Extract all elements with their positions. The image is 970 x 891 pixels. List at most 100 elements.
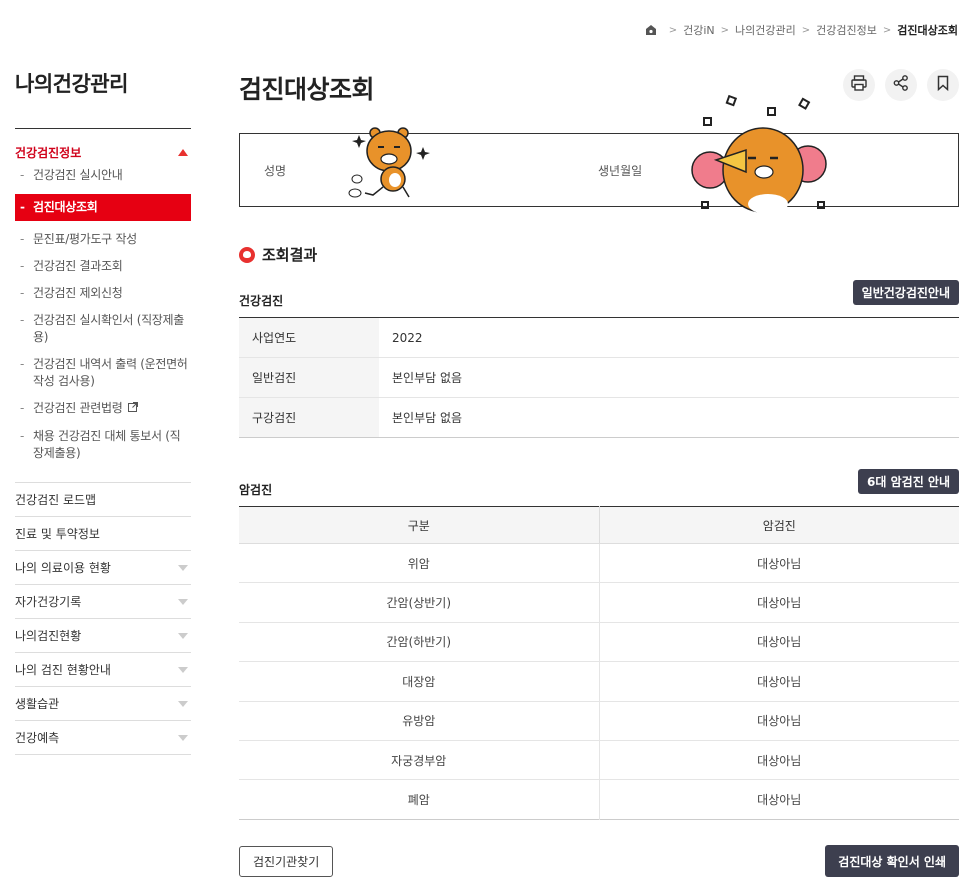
sidebar-item-checkup-guide[interactable]: 나의 검진 현황안내 — [15, 653, 191, 687]
table-value: 본인부담 없음 — [379, 357, 959, 398]
table-cell: 위암 — [239, 543, 600, 584]
table-cell: 간암(상반기) — [239, 582, 600, 623]
result-title: 조회결과 — [262, 246, 318, 264]
character-sticker-running — [345, 127, 435, 211]
sidebar-item-lifestyle[interactable]: 생활습관 — [15, 687, 191, 721]
table-cell: 간암(하반기) — [239, 622, 600, 663]
speech-bubble-icon — [239, 246, 255, 263]
sidebar-item-label: 나의 의료이용 현황 — [15, 561, 111, 575]
table-row: 자궁경부암 대상아님 — [239, 740, 959, 781]
sidebar-subitem[interactable]: 문진표/평가도구 작성 — [15, 231, 191, 248]
table-value: 본인부담 없음 — [392, 411, 463, 425]
name-label: 성명 — [264, 164, 287, 178]
table-row: 대장암 대상아님 — [239, 661, 959, 702]
breadcrumb-item[interactable]: 건강검진정보 — [816, 22, 877, 38]
sidebar-menu: 건강검진정보 건강검진 실시안내 검진대상조회 문진표/평가도구 작성 건강검진… — [15, 128, 191, 755]
sidebar-item-checkup-status[interactable]: 나의검진현황 — [15, 619, 191, 653]
chevron-down-icon — [178, 598, 188, 605]
sidebar-group-label: 건강검진정보 — [15, 145, 82, 160]
sidebar-item-label: 진료 및 투약정보 — [15, 527, 100, 541]
chevron-right-icon: > — [882, 24, 892, 36]
table-cell: 대장암 — [239, 661, 600, 702]
print-certificate-button[interactable]: 검진대상 확인서 인쇄 — [825, 845, 959, 877]
external-link-icon — [125, 402, 139, 415]
chevron-down-icon — [178, 700, 188, 707]
column-header: 암검진 — [599, 506, 959, 544]
breadcrumb-current: 검진대상조회 — [897, 24, 958, 37]
share-icon — [892, 74, 910, 96]
result-section-title: 조회결과 — [239, 244, 317, 265]
table-key: 사업연도 — [239, 317, 379, 358]
general-checkup-guide-button[interactable]: 일반건강검진안내 — [852, 280, 959, 305]
arrow-up-icon — [178, 148, 188, 156]
sidebar-subitem[interactable]: 건강검진 실시확인서 (직장제출용) — [15, 312, 191, 346]
table-cell: 대상아님 — [599, 661, 959, 702]
health-checkup-table: 사업연도 2022 일반검진 본인부담 없음 구강검진 본인부담 없음 — [239, 317, 959, 438]
sidebar-subitem-law[interactable]: 건강검진 관련법령 — [15, 400, 191, 418]
cancer-checkup-guide-button[interactable]: 6대 암검진 안내 — [858, 469, 959, 494]
sidebar-item-medical-usage[interactable]: 나의 의료이용 현황 — [15, 551, 191, 585]
sidebar-item-label: 자가건강기록 — [15, 595, 82, 609]
home-icon[interactable] — [645, 24, 657, 36]
table-row: 구강검진 본인부담 없음 — [239, 397, 959, 438]
sidebar-item-label: 나의 검진 현황안내 — [15, 663, 111, 677]
sidebar-group-health-checkup[interactable]: 건강검진정보 — [15, 129, 191, 167]
breadcrumb-item[interactable]: 나의건강관리 — [735, 22, 796, 38]
chevron-right-icon: > — [668, 24, 678, 36]
sidebar-subitem[interactable]: 건강검진 실시안내 — [15, 167, 191, 184]
table-key: 구강검진 — [239, 397, 379, 438]
bookmark-button[interactable] — [927, 69, 959, 101]
chevron-down-icon — [178, 666, 188, 673]
chevron-down-icon — [178, 734, 188, 741]
table-row: 위암 대상아님 — [239, 543, 959, 584]
chevron-right-icon: > — [720, 24, 730, 36]
health-checkup-heading: 건강검진 — [239, 294, 284, 308]
sidebar-item-treatment[interactable]: 진료 및 투약정보 — [15, 517, 191, 551]
sidebar-item-label: 건강검진 로드맵 — [15, 493, 97, 507]
share-button[interactable] — [885, 69, 917, 101]
table-cell: 대상아님 — [599, 701, 959, 741]
bookmark-icon — [934, 74, 952, 96]
birth-label: 생년월일 — [598, 164, 643, 178]
column-header: 구분 — [239, 506, 600, 544]
sidebar-subitem[interactable]: 건강검진 결과조회 — [15, 258, 191, 275]
breadcrumb: > 건강iN > 나의건강관리 > 건강검진정보 > 검진대상조회 — [645, 22, 958, 38]
sidebar-item-label: 생활습관 — [15, 697, 60, 711]
table-key: 일반검진 — [239, 357, 379, 398]
sidebar-subitem[interactable]: 채용 건강검진 대체 통보서 (직장제출용) — [15, 428, 191, 462]
table-row: 유방암 대상아님 — [239, 701, 959, 741]
cancer-checkup-heading: 암검진 — [239, 483, 273, 497]
table-row: 간암(상반기) 대상아님 — [239, 582, 959, 623]
printer-icon — [850, 74, 868, 96]
sidebar-item-health-prediction[interactable]: 건강예측 — [15, 721, 191, 755]
table-value: 2022 — [379, 317, 959, 358]
table-cell: 대상아님 — [599, 740, 959, 781]
chevron-down-icon — [178, 632, 188, 639]
page-tools — [843, 69, 959, 101]
cancer-checkup-table: 구분 암검진 위암 대상아님 간암(상반기) 대상아님 간암(하반기) 대상아님… — [239, 506, 959, 820]
table-cell: 폐암 — [239, 779, 600, 820]
sidebar-subitem[interactable]: 건강검진 제외신청 — [15, 285, 191, 302]
table-row: 폐암 대상아님 — [239, 779, 959, 820]
print-button[interactable] — [843, 69, 875, 101]
table-cell: 대상아님 — [599, 622, 959, 663]
table-row: 간암(하반기) 대상아님 — [239, 622, 959, 663]
table-cell: 대상아님 — [599, 543, 959, 584]
character-sticker-cheering — [688, 92, 833, 222]
table-cell: 유방암 — [239, 701, 600, 741]
breadcrumb-item[interactable]: 건강iN — [683, 22, 715, 38]
table-cell: 대상아님 — [757, 793, 802, 808]
sidebar-submenu: 건강검진 실시안내 검진대상조회 문진표/평가도구 작성 건강검진 결과조회 건… — [15, 167, 191, 483]
sidebar-subitem-active[interactable]: 검진대상조회 — [15, 194, 191, 221]
sidebar-item-self-record[interactable]: 자가건강기록 — [15, 585, 191, 619]
table-row: 사업연도 2022 — [239, 317, 959, 358]
table-header-row: 구분 암검진 — [239, 506, 959, 544]
sidebar-item-label: 나의검진현황 — [15, 629, 82, 643]
table-cell: 자궁경부암 — [239, 740, 600, 781]
chevron-down-icon — [178, 564, 188, 571]
page-title: 검진대상조회 — [239, 75, 375, 104]
sidebar-subitem[interactable]: 건강검진 내역서 출력 (운전면허작성 검사용) — [15, 356, 191, 390]
sidebar-item-roadmap[interactable]: 건강검진 로드맵 — [15, 483, 191, 517]
find-institution-button[interactable]: 검진기관찾기 — [239, 846, 334, 877]
sidebar-subitem-label: 건강검진 관련법령 — [33, 401, 123, 415]
